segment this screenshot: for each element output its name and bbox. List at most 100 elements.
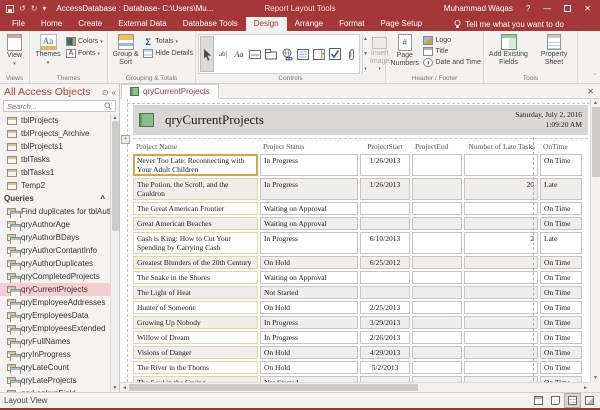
sidebar-item-qryEmployeeAddresses[interactable]: qryEmployeeAddresses	[0, 296, 110, 309]
undo-icon[interactable]: ↺	[19, 5, 26, 13]
sidebar-item-Find duplicates for tblAuthors[interactable]: Find duplicates for tblAuthors	[0, 205, 110, 218]
cell[interactable]: The Great American Frontier	[133, 202, 258, 215]
report-title[interactable]: qryCurrentProjects	[165, 112, 264, 128]
sidebar-scrollbar[interactable]: ▲▼	[110, 114, 119, 392]
sidebar-item-qryAuthorAge[interactable]: qryAuthorAge	[0, 218, 110, 231]
cell[interactable]: On Time	[540, 331, 582, 344]
sidebar-item-tblTasks1[interactable]: tblTasks1	[0, 166, 110, 179]
sidebar-item-qryCurrentProjects[interactable]: qryCurrentProjects	[0, 283, 110, 296]
cell[interactable]: 6/25/2012	[360, 256, 410, 269]
sidebar-item-qryLateCount[interactable]: qryLateCount	[0, 361, 110, 374]
cell[interactable]: In Progress	[260, 178, 358, 200]
cell[interactable]	[464, 202, 538, 215]
cell[interactable]: 1/26/2013	[360, 154, 410, 176]
controls-gallery-scrollbar[interactable]: ▲▼▾	[362, 34, 368, 74]
cell[interactable]	[464, 316, 538, 329]
cell[interactable]: 2/25/2013	[360, 301, 410, 314]
cell[interactable]: On Hold	[260, 256, 358, 269]
cell[interactable]	[360, 271, 410, 284]
cell[interactable]: 6/10/2013	[360, 232, 410, 254]
cell[interactable]: On Hold	[260, 346, 358, 359]
cell[interactable]: Late	[540, 232, 582, 254]
cell[interactable]: On Hold	[260, 361, 358, 374]
cell[interactable]: On Time	[540, 361, 582, 374]
sidebar-item-qryEmployeesExtended[interactable]: qryEmployeesExtended	[0, 322, 110, 335]
select-cursor-icon[interactable]	[200, 36, 214, 72]
tab-file[interactable]: File	[4, 17, 33, 31]
cell[interactable]	[412, 346, 462, 359]
report-selector-icon[interactable]: +	[121, 135, 130, 144]
cell[interactable]	[412, 271, 462, 284]
themes-button[interactable]: Aa Themes ▾	[32, 33, 64, 67]
maximize-button[interactable]	[564, 5, 571, 12]
cell[interactable]: 2/26/2013	[360, 331, 410, 344]
page-numbers-button[interactable]: # Page Numbers	[388, 33, 421, 67]
cell[interactable]: 3/29/2013	[360, 316, 410, 329]
column-header[interactable]: OnTime	[540, 141, 582, 152]
search-box[interactable]	[3, 100, 116, 112]
tab-external-data[interactable]: External Data	[110, 17, 174, 31]
sidebar-item-qryAuthorBDays[interactable]: qryAuthorBDays	[0, 231, 110, 244]
vertical-scrollbar[interactable]: ▲▼	[590, 99, 600, 382]
date-time-button[interactable]: Date and Time	[423, 58, 481, 67]
sidebar-item-qryCompletedProjects[interactable]: qryCompletedProjects	[0, 270, 110, 283]
cell[interactable]	[412, 301, 462, 314]
cell[interactable]	[412, 232, 462, 254]
text-box-icon[interactable]: ab|	[216, 36, 230, 72]
cell[interactable]: Never Too Late: Reconnecting with Your A…	[133, 154, 258, 176]
cell[interactable]: Waiting on Approval	[260, 217, 358, 230]
tab-design[interactable]: Design	[246, 17, 287, 31]
report-header[interactable]: qryCurrentProjects Saturday, July 2, 201…	[133, 105, 588, 135]
column-header[interactable]: Project Status	[260, 141, 358, 152]
cell[interactable]	[464, 256, 538, 269]
attachment-icon[interactable]	[344, 36, 358, 72]
sidebar-group-queries[interactable]: Queries^	[0, 192, 110, 205]
minimize-button[interactable]: —	[543, 4, 551, 14]
close-button[interactable]: ✕	[584, 4, 591, 14]
cell[interactable]: Waiting on Approval	[260, 271, 358, 284]
check-box-icon[interactable]	[328, 36, 342, 72]
sidebar-item-tblProjects[interactable]: tblProjects	[0, 114, 110, 127]
cell[interactable]: The Snake in the Shores	[133, 271, 258, 284]
tab-database-tools[interactable]: Database Tools	[175, 17, 246, 31]
cell[interactable]	[412, 361, 462, 374]
tab-qrycurrentprojects[interactable]: qryCurrentProjects	[121, 84, 219, 99]
cell[interactable]: On Time	[540, 202, 582, 215]
cell[interactable]	[464, 361, 538, 374]
button-icon[interactable]: xxxx	[248, 36, 262, 72]
cell[interactable]: In Progress	[260, 154, 358, 176]
cell[interactable]: 5/2/2013	[360, 361, 410, 374]
cell[interactable]	[464, 217, 538, 230]
cell[interactable]	[412, 286, 462, 299]
cell[interactable]: Great American Beaches	[133, 217, 258, 230]
report-time[interactable]: 1:09:20 AM	[515, 120, 582, 130]
sidebar-item-qryEmployeesData[interactable]: qryEmployeesData	[0, 309, 110, 322]
cell[interactable]: Growing Up Nobody	[133, 316, 258, 329]
cell[interactable]	[412, 154, 462, 176]
print-preview-button[interactable]	[547, 393, 564, 408]
cell[interactable]: On Time	[540, 271, 582, 284]
cell[interactable]	[412, 316, 462, 329]
column-header[interactable]: Number of Late Tasks	[464, 141, 538, 152]
column-header[interactable]: ProjectStart	[360, 141, 410, 152]
cell[interactable]: In Progress	[260, 232, 358, 254]
sidebar-item-tblProjects_Archive[interactable]: tblProjects_Archive	[0, 127, 110, 140]
cell[interactable]	[412, 331, 462, 344]
search-input[interactable]	[7, 102, 104, 111]
totals-button[interactable]: ΣTotals▾	[143, 37, 193, 46]
cell[interactable]: Hunter of Someone	[133, 301, 258, 314]
cell[interactable]: The Potion, the Scroll, and the Cauldron	[133, 178, 258, 200]
cell[interactable]	[412, 178, 462, 200]
cell[interactable]: On Time	[540, 217, 582, 230]
cell[interactable]: On Time	[540, 346, 582, 359]
sidebar-item-qryLookupField[interactable]: qryLookupField	[0, 387, 110, 392]
tab-format[interactable]: Format	[331, 17, 372, 31]
cell[interactable]: In Progress	[260, 316, 358, 329]
cell[interactable]	[360, 202, 410, 215]
sidebar-item-qryAuthorContantInfo[interactable]: qryAuthorContantInfo	[0, 244, 110, 257]
sidebar-item-qryInProgress[interactable]: qryInProgress	[0, 348, 110, 361]
cell[interactable]	[464, 154, 538, 176]
cell[interactable]: 20	[464, 178, 538, 200]
sidebar-item-tblProjects1[interactable]: tblProjects1	[0, 140, 110, 153]
add-existing-fields-button[interactable]: Add Existing Fields	[486, 33, 531, 66]
